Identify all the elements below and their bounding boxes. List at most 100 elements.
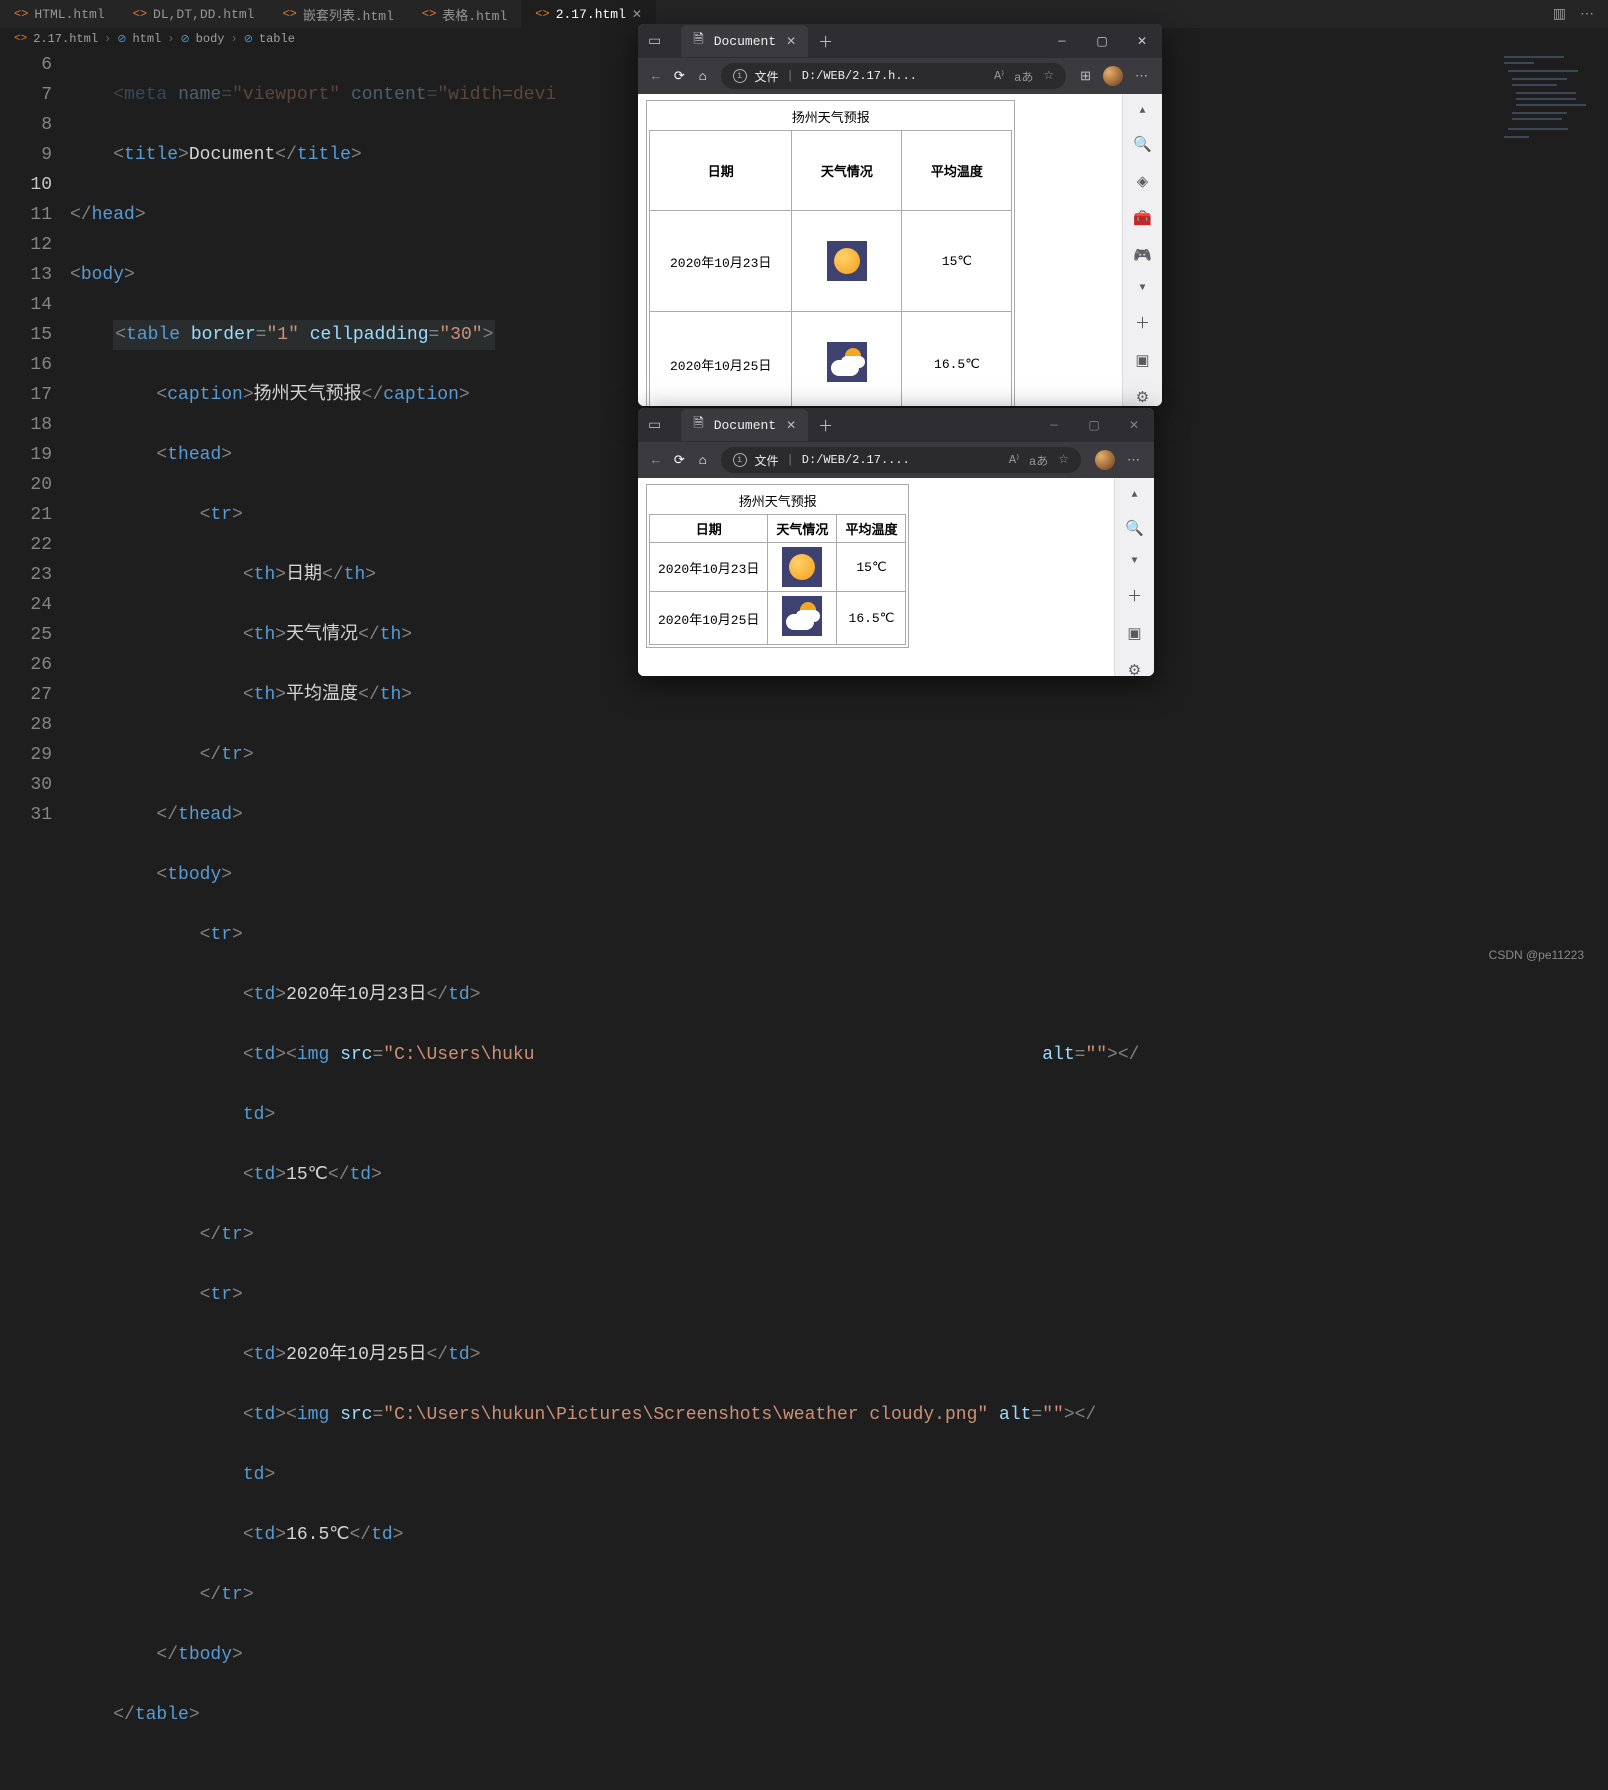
profile-avatar[interactable] <box>1095 450 1115 470</box>
cell-temp: 15℃ <box>837 543 906 592</box>
close-icon[interactable]: ✕ <box>786 34 796 49</box>
breadcrumb-item[interactable]: html <box>132 32 161 46</box>
close-window-button[interactable]: ✕ <box>1122 24 1162 58</box>
translate-icon[interactable]: aあ <box>1014 68 1033 85</box>
html-file-icon: <> <box>14 7 28 21</box>
chevron-right-icon: › <box>167 32 174 46</box>
menu-icon[interactable]: ⋯ <box>1127 453 1140 468</box>
sidebar-top-chevron-icon[interactable]: ▲ <box>1139 106 1145 117</box>
back-button[interactable]: ← <box>652 69 660 84</box>
toolbox-icon[interactable]: 🧰 <box>1133 209 1152 228</box>
url-scheme: 文件 <box>755 68 779 85</box>
tab-2-17[interactable]: <>2.17.html✕ <box>521 0 656 28</box>
panel-icon[interactable]: ▣ <box>1135 351 1149 370</box>
breadcrumb-item[interactable]: body <box>196 32 225 46</box>
maximize-button[interactable]: ▢ <box>1082 24 1122 58</box>
cell-temp: 16.5℃ <box>837 592 906 645</box>
html-file-icon: <> <box>282 7 296 21</box>
tab-dl-dt-dd[interactable]: <>DL,DT,DD.html <box>119 0 269 28</box>
tag-icon: ⊘ <box>180 32 189 46</box>
close-icon[interactable]: ✕ <box>786 418 796 433</box>
minimize-button[interactable]: ― <box>1034 408 1074 442</box>
page-content: 扬州天气预报 日期 天气情况 平均温度 2020年10月23日 15℃ 2020… <box>638 94 1122 406</box>
sidebar-chevron-icon[interactable]: ▼ <box>1131 556 1137 567</box>
new-tab-button[interactable]: ＋ <box>818 31 833 52</box>
search-icon[interactable]: 🔍 <box>1125 519 1144 538</box>
tab-html-html[interactable]: <> HTML.html <box>0 0 119 28</box>
tag-icon[interactable]: ◈ <box>1137 172 1149 191</box>
new-tab-button[interactable]: ＋ <box>818 415 833 436</box>
settings-icon[interactable]: ⚙ <box>1128 661 1141 676</box>
info-icon[interactable]: i <box>733 69 747 83</box>
html-file-icon: <> <box>14 33 27 45</box>
extensions-icon[interactable]: ⊞ <box>1080 69 1091 84</box>
read-aloud-icon[interactable]: A⁾ <box>994 68 1004 85</box>
add-icon[interactable]: ＋ <box>1127 585 1142 606</box>
html-file-icon: <> <box>422 7 436 21</box>
edge-sidebar: ▲ 🔍 ▼ ＋ ▣ ⚙ <box>1114 478 1154 676</box>
weather-table: 扬州天气预报 日期 天气情况 平均温度 2020年10月23日 15℃ 2020… <box>649 487 906 645</box>
tab-actions-icon[interactable]: ▭ <box>648 33 661 50</box>
sidebar-chevron-icon[interactable]: ▼ <box>1139 283 1145 294</box>
menu-icon[interactable]: ⋯ <box>1135 69 1148 84</box>
add-icon[interactable]: ＋ <box>1135 312 1150 333</box>
panel-icon[interactable]: ▣ <box>1127 624 1141 643</box>
tab-table[interactable]: <> 表格.html <box>408 0 521 28</box>
maximize-button[interactable]: ▢ <box>1074 408 1114 442</box>
translate-icon[interactable]: aあ <box>1029 452 1048 469</box>
profile-avatar[interactable] <box>1103 66 1123 86</box>
sidebar-top-chevron-icon[interactable]: ▲ <box>1131 490 1137 501</box>
tab-nested-list[interactable]: <>嵌套列表.html <box>268 0 407 28</box>
search-icon[interactable]: 🔍 <box>1133 135 1152 154</box>
browser-tab[interactable]: 🗎 Document ✕ <box>681 25 808 57</box>
games-icon[interactable]: 🎮 <box>1133 246 1152 265</box>
address-bar-row: ← ⟳ ⌂ i 文件 | D:/WEB/2.17.h... A⁾ aあ ☆ ⊞ … <box>638 58 1162 94</box>
browser-window-1: ▭ 🗎 Document ✕ ＋ ― ▢ ✕ ← ⟳ ⌂ i 文件 | D:/W… <box>638 24 1162 406</box>
titlebar[interactable]: ▭ 🗎 Document ✕ ＋ ― ▢ ✕ <box>638 408 1154 442</box>
back-button[interactable]: ← <box>652 453 660 468</box>
more-icon[interactable]: ⋯ <box>1580 6 1594 23</box>
col-date: 日期 <box>650 515 768 543</box>
favorite-icon[interactable]: ☆ <box>1043 68 1054 85</box>
split-editor-icon[interactable]: ▥ <box>1553 6 1566 23</box>
watermark: CSDN @pe11223 <box>1489 948 1584 962</box>
table-caption: 扬州天气预报 <box>649 103 1012 130</box>
minimize-button[interactable]: ― <box>1042 24 1082 58</box>
table-caption: 扬州天气预报 <box>649 487 906 514</box>
browser-tab-title: Document <box>714 418 776 433</box>
col-temp: 平均温度 <box>902 131 1012 211</box>
sun-icon <box>782 547 822 587</box>
settings-icon[interactable]: ⚙ <box>1136 388 1149 406</box>
breadcrumb-item[interactable]: table <box>259 32 295 46</box>
chevron-right-icon: › <box>104 32 111 46</box>
tab-label: 表格.html <box>442 5 507 24</box>
cloudy-icon <box>782 596 822 636</box>
url-scheme: 文件 <box>755 452 779 469</box>
refresh-button[interactable]: ⟳ <box>674 69 685 84</box>
home-button[interactable]: ⌂ <box>699 69 707 84</box>
info-icon[interactable]: i <box>733 453 747 467</box>
home-button[interactable]: ⌂ <box>699 453 707 468</box>
address-bar-row: ← ⟳ ⌂ i 文件 | D:/WEB/2.17.... A⁾ aあ ☆ ⋯ <box>638 442 1154 478</box>
refresh-button[interactable]: ⟳ <box>674 453 685 468</box>
tag-icon: ⊘ <box>244 32 253 46</box>
close-window-button[interactable]: ✕ <box>1114 408 1154 442</box>
html-file-icon: <> <box>133 7 147 21</box>
tab-label: HTML.html <box>34 7 104 22</box>
table-row: 2020年10月23日 15℃ <box>650 543 906 592</box>
breadcrumb-item[interactable]: 2.17.html <box>33 32 98 46</box>
cell-temp: 16.5℃ <box>902 312 1012 407</box>
editor-top-actions: ▥ ⋯ <box>1553 6 1608 23</box>
col-weather: 天气情况 <box>768 515 837 543</box>
address-bar[interactable]: i 文件 | D:/WEB/2.17.... A⁾ aあ ☆ <box>721 447 1081 473</box>
address-bar[interactable]: i 文件 | D:/WEB/2.17.h... A⁾ aあ ☆ <box>721 63 1067 89</box>
read-aloud-icon[interactable]: A⁾ <box>1009 452 1019 469</box>
tab-actions-icon[interactable]: ▭ <box>648 417 661 434</box>
titlebar[interactable]: ▭ 🗎 Document ✕ ＋ ― ▢ ✕ <box>638 24 1162 58</box>
minimap[interactable] <box>1498 50 1608 190</box>
browser-tab[interactable]: 🗎 Document ✕ <box>681 409 808 441</box>
favorite-icon[interactable]: ☆ <box>1058 452 1069 469</box>
browser-window-2: ▭ 🗎 Document ✕ ＋ ― ▢ ✕ ← ⟳ ⌂ i 文件 | D:/W… <box>638 408 1154 676</box>
chevron-right-icon: › <box>230 32 237 46</box>
close-icon[interactable]: ✕ <box>632 7 642 22</box>
